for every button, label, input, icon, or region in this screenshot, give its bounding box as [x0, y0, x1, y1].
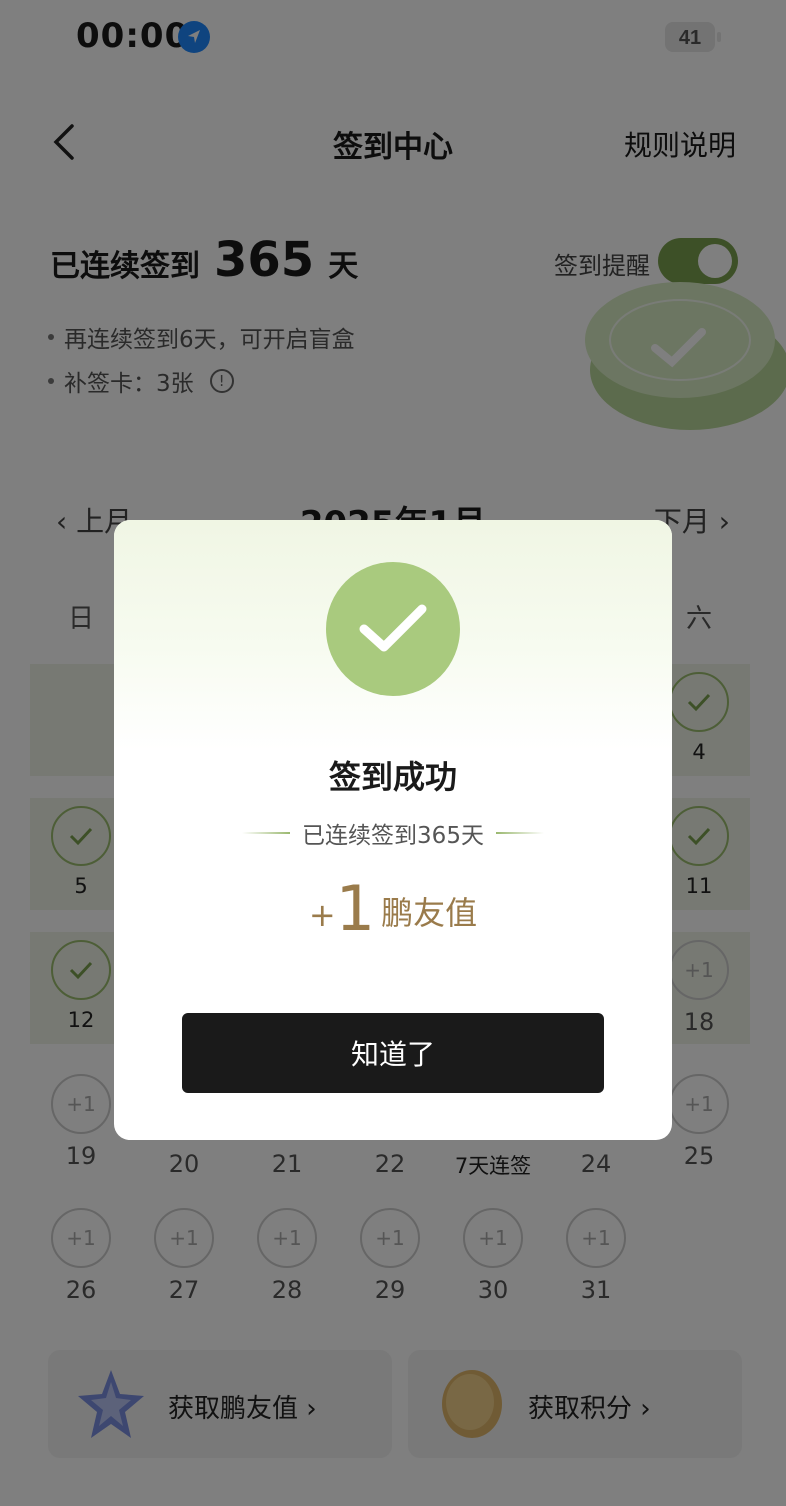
reward-plus: +: [308, 896, 336, 934]
checkin-success-dialog: 签到成功 已连续签到365天 + 1 鹏友值 知道了: [114, 520, 672, 1140]
got-it-button[interactable]: 知道了: [182, 1013, 604, 1093]
reward-unit: 鹏友值: [381, 894, 478, 932]
dialog-subtitle: 已连续签到365天: [114, 816, 672, 850]
streak-text: 已连续签到365天: [302, 823, 484, 849]
reward-value: 1: [335, 872, 376, 945]
reward-amount: + 1 鹏友值: [114, 878, 672, 940]
dialog-title: 签到成功: [328, 758, 457, 796]
success-check-icon: [326, 562, 460, 696]
